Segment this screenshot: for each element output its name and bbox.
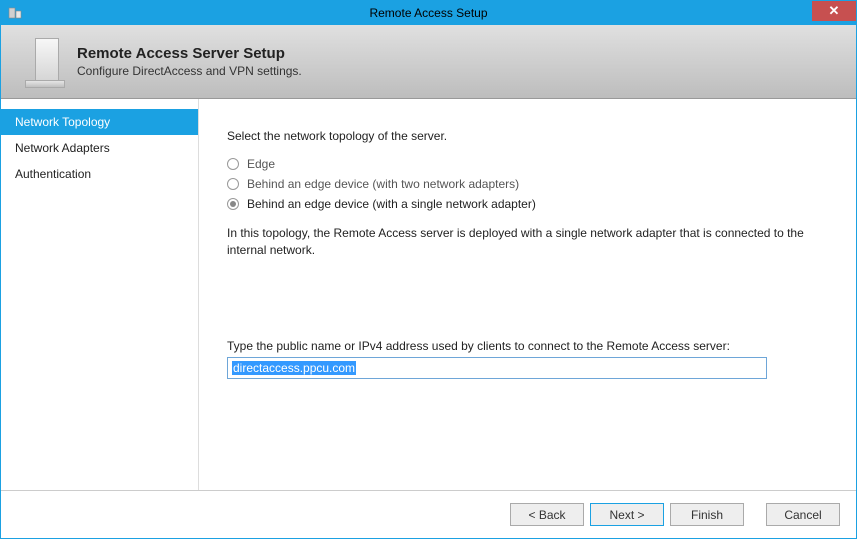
- banner-heading: Remote Access Server Setup: [77, 45, 302, 62]
- wizard-steps-sidebar: Network Topology Network Adapters Authen…: [1, 99, 199, 490]
- public-address-label: Type the public name or IPv4 address use…: [227, 339, 828, 353]
- wizard-page: Select the network topology of the serve…: [199, 99, 856, 490]
- public-address-input[interactable]: directaccess.ppcu.com: [227, 357, 767, 379]
- sidebar-item-label: Network Topology: [15, 115, 110, 129]
- button-label: < Back: [528, 508, 565, 522]
- radio-icon: [227, 178, 239, 190]
- page-instruction: Select the network topology of the serve…: [227, 129, 828, 143]
- titlebar: Remote Access Setup ✕: [1, 1, 856, 25]
- finish-button[interactable]: Finish: [670, 503, 744, 526]
- radio-label: Behind an edge device (with a single net…: [247, 197, 536, 211]
- topology-option-two-adapters[interactable]: Behind an edge device (with two network …: [227, 177, 828, 191]
- close-button[interactable]: ✕: [812, 1, 856, 21]
- radio-icon: [227, 158, 239, 170]
- sidebar-item-authentication[interactable]: Authentication: [1, 161, 198, 187]
- topology-option-edge[interactable]: Edge: [227, 157, 828, 171]
- radio-label: Edge: [247, 157, 275, 171]
- close-icon: ✕: [829, 3, 840, 19]
- banner-subheading: Configure DirectAccess and VPN settings.: [77, 64, 302, 78]
- back-button[interactable]: < Back: [510, 503, 584, 526]
- next-button[interactable]: Next >: [590, 503, 664, 526]
- topology-option-single-adapter[interactable]: Behind an edge device (with a single net…: [227, 197, 828, 211]
- button-label: Finish: [691, 508, 723, 522]
- radio-label: Behind an edge device (with two network …: [247, 177, 519, 191]
- radio-icon: [227, 198, 239, 210]
- app-icon: [7, 5, 23, 21]
- server-icon: [11, 32, 71, 92]
- wizard-banner: Remote Access Server Setup Configure Dir…: [1, 25, 856, 99]
- cancel-button[interactable]: Cancel: [766, 503, 840, 526]
- window-title: Remote Access Setup: [1, 6, 856, 20]
- wizard-footer: < Back Next > Finish Cancel: [1, 490, 856, 538]
- sidebar-item-label: Authentication: [15, 167, 91, 181]
- button-label: Next >: [609, 508, 644, 522]
- public-address-value: directaccess.ppcu.com: [232, 361, 356, 375]
- button-label: Cancel: [784, 508, 821, 522]
- sidebar-item-label: Network Adapters: [15, 141, 110, 155]
- sidebar-item-network-adapters[interactable]: Network Adapters: [1, 135, 198, 161]
- topology-description: In this topology, the Remote Access serv…: [227, 225, 828, 259]
- sidebar-item-network-topology[interactable]: Network Topology: [1, 109, 198, 135]
